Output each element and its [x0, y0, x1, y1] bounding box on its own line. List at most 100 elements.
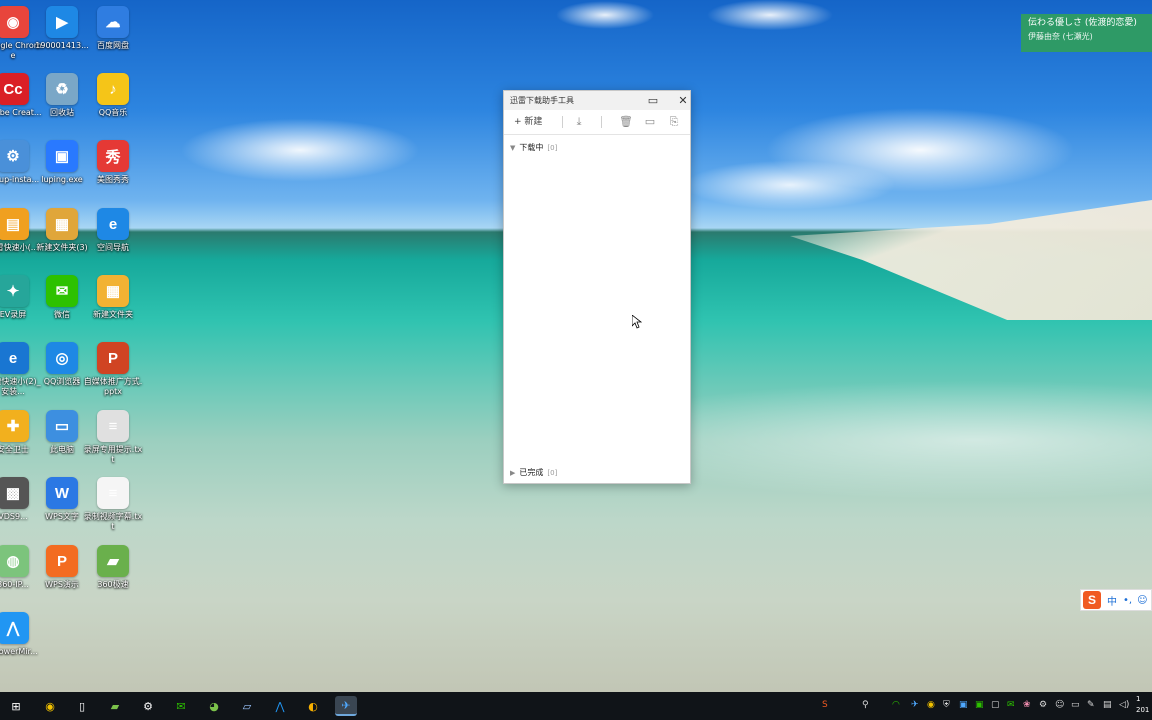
- tray-pc-icon[interactable]: ▣: [959, 700, 968, 710]
- tray-person-icon[interactable]: ⚲: [862, 700, 869, 710]
- desktop-app-icon: 秀: [97, 140, 129, 172]
- desktop-app-icon: ▰: [97, 545, 129, 577]
- desktop-icon-label: 美图秀秀: [97, 175, 129, 184]
- taskbar-thunder-icon[interactable]: ✈: [335, 696, 357, 716]
- download-icon[interactable]: ⤓: [571, 114, 587, 130]
- sogou-logo-icon[interactable]: S: [1083, 591, 1101, 609]
- window-titlebar[interactable]: 迅雷下载助手工具 ▭ ✕: [504, 91, 690, 110]
- tray-pink-icon[interactable]: ❀: [1023, 700, 1031, 710]
- taskbar: ⊞ ◉ ▯ ▰ ⚙ ✉ ◕ ▱ ⋀ ◐ ✈ S ⚲ ◠ ✈ ◉ ⛨ ▣ ▣ ▢ …: [0, 692, 1152, 720]
- ime-punct[interactable]: •,: [1123, 595, 1132, 606]
- section-label: 已完成: [519, 468, 544, 477]
- taskbar-color-icon[interactable]: ◐: [302, 696, 324, 716]
- tray-chat-icon[interactable]: ☺: [1055, 700, 1064, 710]
- desktop-icon-label: 自媒体推广方式.pptx: [83, 377, 143, 396]
- desktop-app-icon: ▦: [46, 208, 78, 240]
- desktop-icon[interactable]: 秀美图秀秀: [83, 140, 143, 185]
- close-button[interactable]: ✕: [674, 91, 692, 110]
- maximize-button[interactable]: ▭: [644, 91, 662, 110]
- ime-toolbar[interactable]: S 中 •, ☺: [1080, 589, 1152, 611]
- taskbar-android-icon[interactable]: ◕: [203, 696, 225, 716]
- desktop-app-icon: ♪: [97, 73, 129, 105]
- pin-icon[interactable]: ⎘: [666, 114, 682, 130]
- desktop-icon[interactable]: ☁ 百度网盘: [83, 6, 143, 51]
- desktop-icon[interactable]: ≡ 录制视频字幕.txt: [83, 477, 143, 532]
- desktop-app-icon: e: [97, 208, 129, 240]
- taskbar-chrome-icon[interactable]: ◉: [39, 696, 61, 716]
- taskbar-file-icon[interactable]: ▯: [71, 696, 93, 716]
- desktop-icon[interactable]: ▰ 360极速: [83, 545, 143, 590]
- desktop-icon[interactable]: ♪ QQ音乐: [83, 73, 143, 118]
- desktop-app-icon: ✚: [0, 410, 29, 442]
- desktop-icon[interactable]: e 空间导航: [83, 208, 143, 253]
- desktop-app-icon: P: [97, 342, 129, 374]
- section-count: [0]: [547, 144, 558, 152]
- desktop-app-icon: ♻: [46, 73, 78, 105]
- desktop-icon-label: 空间导航: [97, 243, 129, 252]
- ime-mode[interactable]: 中: [1107, 593, 1117, 608]
- music-notification[interactable]: 伝わる優しさ (佐渡的恋愛) 伊藤由奈 (七瀬光): [1021, 14, 1152, 52]
- section-count: [0]: [547, 469, 558, 477]
- desktop-app-icon: ⚙: [0, 140, 29, 172]
- desktop-icon[interactable]: ▦ 新建文件夹: [83, 275, 143, 320]
- toolbar-divider: [601, 116, 602, 128]
- clock-date: 201: [1136, 706, 1150, 714]
- desktop-app-icon: ≡: [97, 410, 129, 442]
- desktop-app-icon: ▦: [97, 275, 129, 307]
- desktop-app-icon: ≡: [97, 477, 129, 509]
- taskbar-clock[interactable]: 1 201: [1136, 694, 1149, 716]
- tray-ev-icon[interactable]: ▣: [975, 700, 984, 710]
- desktop-icon-label: 录屏专用提示.txt: [83, 445, 143, 464]
- desktop-app-icon: ✦: [0, 275, 29, 307]
- trash-icon[interactable]: 🗑: [618, 114, 634, 130]
- tray-sogou-icon[interactable]: S: [822, 700, 828, 710]
- desktop-app-icon: W: [46, 477, 78, 509]
- start-button[interactable]: ⊞: [5, 696, 27, 716]
- desktop-app-icon: ☁: [97, 6, 129, 38]
- tray-tool-icon[interactable]: ✎: [1087, 700, 1095, 710]
- toolbar-divider: [562, 116, 563, 128]
- tray-thunder-icon[interactable]: ✈: [911, 700, 919, 710]
- desktop-app-icon: ◎: [46, 342, 78, 374]
- expand-arrow-icon: ▼: [510, 144, 516, 152]
- taskbar-doc-icon[interactable]: ▱: [236, 696, 258, 716]
- taskbar-wechat-icon[interactable]: ✉: [170, 696, 192, 716]
- notification-title: 伝わる優しさ (佐渡的恋愛): [1028, 18, 1137, 28]
- ime-settings-icon[interactable]: ☺: [1137, 595, 1147, 606]
- tray-app-icon[interactable]: ◉: [927, 700, 935, 710]
- desktop-icon-label: 360极速: [97, 580, 129, 589]
- desktop-icon[interactable]: P 自媒体推广方式.pptx: [83, 342, 143, 397]
- desktop-icon[interactable]: ≡ 录屏专用提示.txt: [83, 410, 143, 465]
- desktop-app-icon: P: [46, 545, 78, 577]
- section-label: 下载中: [519, 143, 544, 152]
- desktop-app-icon: ▩: [0, 477, 29, 509]
- folder-icon[interactable]: ▭: [642, 114, 658, 130]
- desktop-app-icon: ▤: [0, 208, 29, 240]
- notification-subtitle: 伊藤由奈 (七瀬光): [1028, 32, 1093, 41]
- taskbar-gear-icon[interactable]: ⚙: [137, 696, 159, 716]
- window-toolbar: + 新建 ⤓ 🗑 ▭ ⎘: [504, 110, 690, 135]
- tray-shield-icon[interactable]: ⛨: [943, 700, 950, 710]
- tray-volume-icon[interactable]: ◁): [1119, 700, 1129, 710]
- mouse-cursor-icon: [632, 315, 642, 329]
- desktop-app-icon: ⋀: [0, 612, 29, 644]
- desktop-app-icon: Cc: [0, 73, 29, 105]
- taskbar-apower-icon[interactable]: ⋀: [269, 696, 291, 716]
- desktop-app-icon: ✉: [46, 275, 78, 307]
- desktop-app-icon: ▶: [46, 6, 78, 38]
- tray-wechat-icon[interactable]: ✉: [1007, 700, 1015, 710]
- new-task-button[interactable]: + 新建: [514, 114, 542, 130]
- tray-wifi-icon[interactable]: ◠: [892, 700, 900, 710]
- download-tool-window: 迅雷下载助手工具 ▭ ✕ + 新建 ⤓ 🗑 ▭ ⎘ ▼ 下载中 [0] ▶ 已完成 [0…: [503, 90, 691, 484]
- tray-gear-icon[interactable]: ⚙: [1039, 700, 1047, 710]
- tray-window-icon[interactable]: ▢: [991, 700, 1000, 710]
- completed-section[interactable]: ▶ 已完成 [0]: [510, 466, 557, 480]
- tray-monitor-icon[interactable]: ▭: [1071, 700, 1080, 710]
- desktop-icon-label: QQ音乐: [98, 108, 128, 117]
- collapse-arrow-icon: ▶: [510, 469, 516, 477]
- taskbar-app-icon[interactable]: ▰: [104, 696, 126, 716]
- desktop-icon[interactable]: ⋀ ApowerMir...: [0, 612, 43, 657]
- desktop-icon-label: 录制视频字幕.txt: [83, 512, 143, 531]
- downloading-section[interactable]: ▼ 下载中 [0]: [510, 141, 557, 155]
- tray-network-icon[interactable]: ▤: [1103, 700, 1112, 710]
